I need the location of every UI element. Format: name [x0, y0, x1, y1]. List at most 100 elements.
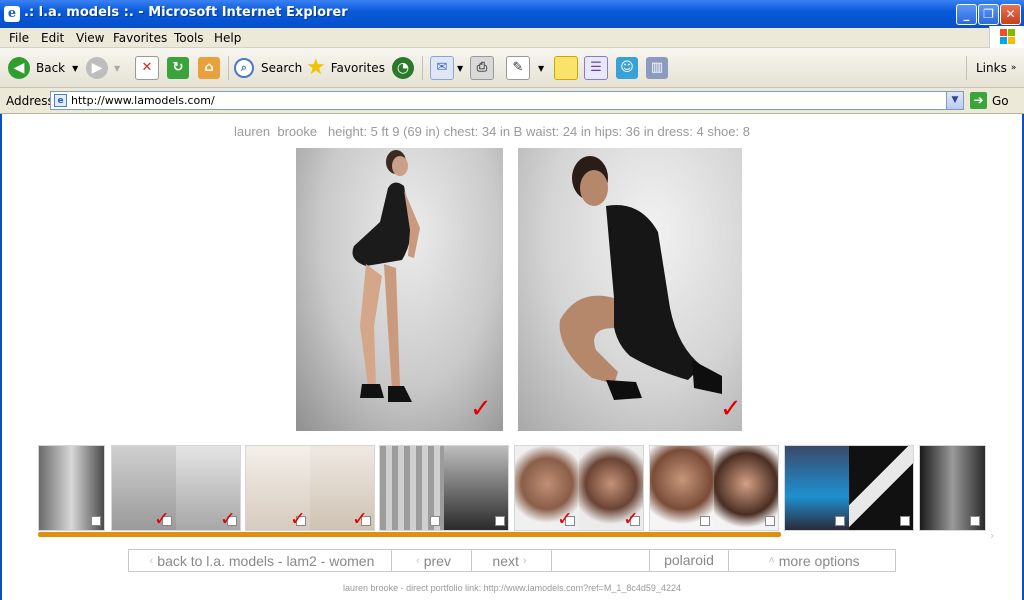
- thumbnail-5[interactable]: ✓ ✓: [514, 445, 644, 531]
- toolbar-separator: [422, 56, 423, 80]
- search-button[interactable]: ⌕ Search: [234, 55, 302, 81]
- toolbar-separator: [228, 56, 229, 80]
- address-input[interactable]: e http://www.lamodels.com/ ▼: [50, 91, 964, 110]
- thumbnail-checkbox[interactable]: [430, 516, 440, 526]
- notes-button[interactable]: [554, 55, 578, 81]
- sticky-note-icon: [554, 56, 578, 80]
- address-url: http://www.lamodels.com/: [71, 94, 215, 107]
- prev-label: prev: [423, 552, 451, 569]
- model-stats: lauren brooke height: 5 ft 9 (69 in) che…: [234, 124, 750, 139]
- next-link[interactable]: next ›: [472, 550, 552, 571]
- toolbar: ◀ Back ▼ ▶ ▼ ✕ ↻ ⌂ ⌕ Search ★ Favorites …: [0, 48, 1024, 88]
- thumbnail-checkbox[interactable]: [91, 516, 101, 526]
- printer-icon: ⎙: [470, 56, 494, 80]
- menu-tools[interactable]: Tools: [174, 31, 204, 45]
- back-button[interactable]: ◀ Back ▼: [8, 55, 78, 81]
- prev-link[interactable]: ‹ prev: [392, 550, 472, 571]
- menu-help[interactable]: Help: [214, 31, 241, 45]
- polaroid-link[interactable]: polaroid: [650, 550, 729, 571]
- main-photo-2[interactable]: ✓: [518, 148, 742, 431]
- menu-file[interactable]: File: [9, 31, 29, 45]
- messenger-icon: ☺: [616, 57, 638, 79]
- thumbnail-7[interactable]: [784, 445, 914, 531]
- favorites-button[interactable]: ★ Favorites: [306, 55, 385, 81]
- thumbnail-checkbox[interactable]: [900, 516, 910, 526]
- selection-check-mark: ✓: [720, 394, 742, 424]
- print-button[interactable]: ⎙: [470, 55, 494, 81]
- star-icon: ★: [306, 55, 326, 80]
- mail-dropdown-icon[interactable]: ▼: [457, 64, 463, 73]
- refresh-button[interactable]: ↻: [167, 55, 189, 81]
- back-arrow-icon: ◀: [8, 57, 30, 79]
- thumbnail-checkbox[interactable]: [835, 516, 845, 526]
- history-button[interactable]: ◔: [392, 55, 414, 81]
- menu-edit[interactable]: Edit: [41, 31, 64, 45]
- chevron-left-icon: ‹: [149, 554, 154, 567]
- home-button[interactable]: ⌂: [198, 55, 220, 81]
- thumbnail-checkbox[interactable]: [700, 516, 710, 526]
- next-label: next: [492, 552, 519, 569]
- ie-logo-icon: e: [4, 6, 20, 22]
- edit-document-icon: ✎: [506, 56, 530, 80]
- minimize-button[interactable]: _: [956, 4, 977, 25]
- messenger-button[interactable]: ☺: [616, 55, 638, 81]
- chevron-right-icon: ›: [522, 554, 527, 567]
- forward-arrow-icon: ▶: [86, 57, 108, 79]
- address-dropdown-icon[interactable]: ▼: [946, 92, 963, 109]
- forward-button[interactable]: ▶ ▼: [86, 55, 120, 81]
- links-label: Links: [976, 61, 1007, 75]
- refresh-icon: ↻: [167, 57, 189, 79]
- thumbnail-1[interactable]: [38, 445, 105, 531]
- toolbar-separator: [966, 56, 967, 80]
- edit-dropdown-icon[interactable]: ▼: [538, 64, 544, 73]
- thumbnail-scrollbar[interactable]: [38, 532, 781, 537]
- maximize-button[interactable]: ❐: [978, 4, 999, 25]
- thumbnail-4[interactable]: [379, 445, 509, 531]
- thumbnail-checkbox[interactable]: [970, 516, 980, 526]
- research-button[interactable]: ▥: [646, 55, 668, 81]
- links-chevron-icon: »: [1010, 63, 1017, 73]
- thumbnail-8[interactable]: [919, 445, 986, 531]
- favorites-label: Favorites: [330, 61, 385, 75]
- selection-check-mark: ✓: [623, 508, 639, 530]
- stop-icon: ✕: [135, 56, 159, 80]
- go-arrow-icon: ➔: [970, 92, 987, 109]
- main-photo-1[interactable]: ✓: [296, 148, 503, 431]
- links-button[interactable]: Links »: [976, 55, 1016, 81]
- go-label: Go: [992, 93, 1009, 108]
- nav-blank-cell: [552, 550, 650, 571]
- back-to-models-link[interactable]: ‹ back to l.a. models - lam2 - women: [129, 550, 392, 571]
- back-dropdown-icon[interactable]: ▼: [72, 64, 78, 73]
- menu-favorites[interactable]: Favorites: [113, 31, 167, 45]
- page-icon: e: [54, 94, 67, 107]
- menu-view[interactable]: View: [76, 31, 104, 45]
- address-label: Address: [6, 94, 54, 108]
- close-button[interactable]: ✕: [1000, 4, 1021, 25]
- model-crouching-image: [559, 156, 722, 400]
- thumbnail-6[interactable]: [649, 445, 779, 531]
- title-bar: e .: l.a. models :. - Microsoft Internet…: [0, 0, 1024, 28]
- polaroid-label: polaroid: [664, 552, 714, 568]
- selection-check-mark: ✓: [557, 508, 573, 530]
- more-options-link[interactable]: ˄ more options: [729, 550, 895, 571]
- model-standing-image: [352, 150, 420, 402]
- discuss-icon: ☰: [584, 56, 608, 80]
- mail-button[interactable]: ✉ ▼: [430, 55, 463, 81]
- thumbnail-strip: ✓ ✓ ✓ ✓ ✓ ✓: [38, 445, 990, 531]
- selection-check-mark: ✓: [220, 508, 236, 530]
- scroll-right-icon[interactable]: ›: [990, 529, 994, 542]
- mail-icon: ✉: [430, 56, 454, 80]
- go-button[interactable]: ➔ Go: [970, 92, 1009, 109]
- selection-check-mark: ✓: [352, 508, 368, 530]
- thumbnail-2[interactable]: ✓ ✓: [111, 445, 241, 531]
- stop-button[interactable]: ✕: [135, 55, 159, 81]
- discuss-button[interactable]: ☰: [584, 55, 608, 81]
- edit-button[interactable]: ✎ ▼: [506, 55, 544, 81]
- portfolio-nav: ‹ back to l.a. models - lam2 - women ‹ p…: [128, 549, 896, 572]
- thumbnail-3[interactable]: ✓ ✓: [245, 445, 375, 531]
- selection-check-mark: ✓: [470, 394, 492, 424]
- thumbnail-checkbox[interactable]: [495, 516, 505, 526]
- forward-dropdown-icon[interactable]: ▼: [114, 64, 120, 73]
- portfolio-link-text: lauren brooke - direct portfolio link: h…: [343, 583, 681, 593]
- thumbnail-checkbox[interactable]: [765, 516, 775, 526]
